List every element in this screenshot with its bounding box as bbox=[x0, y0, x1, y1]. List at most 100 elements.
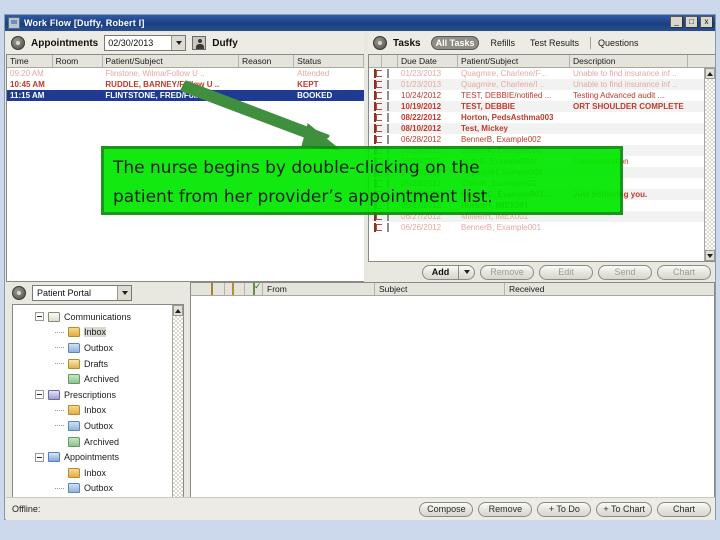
tree-node-communications-inbox[interactable]: Inbox bbox=[35, 325, 183, 341]
task-checkbox[interactable] bbox=[382, 113, 398, 122]
task-checkbox[interactable] bbox=[382, 69, 398, 78]
tab-refills[interactable]: Refills bbox=[486, 37, 519, 49]
tree-node-communications-drafts[interactable]: Drafts bbox=[35, 356, 183, 372]
compose-button[interactable]: Compose bbox=[419, 501, 474, 517]
tree-node-prescriptions-outbox[interactable]: Outbox bbox=[35, 418, 183, 434]
minimize-button[interactable]: _ bbox=[670, 16, 683, 28]
tree-label: Archived bbox=[84, 436, 120, 447]
add-to-do-button[interactable]: + To Do bbox=[537, 501, 592, 517]
scroll-track[interactable] bbox=[173, 316, 183, 503]
portal-select[interactable]: Patient Portal bbox=[32, 285, 132, 301]
close-button[interactable]: x bbox=[700, 16, 713, 28]
chart-button-bottom[interactable]: Chart bbox=[657, 501, 711, 517]
table-row[interactable]: 08/10/2012 Test, Mickey bbox=[369, 123, 715, 134]
column-header-time[interactable]: Time bbox=[7, 55, 53, 67]
gear-icon[interactable] bbox=[11, 36, 25, 50]
task-checkbox[interactable] bbox=[382, 223, 398, 232]
column-header-patient[interactable]: Patient/Subject bbox=[458, 55, 570, 67]
table-row-selected[interactable]: 11:15 AM FLINTSTONE, FRED/Follow ... BOO… bbox=[7, 90, 364, 101]
desktop-band-top bbox=[0, 0, 720, 14]
messages-list-body[interactable] bbox=[190, 296, 715, 515]
tab-test-results[interactable]: Test Results bbox=[526, 37, 583, 49]
column-header-patient[interactable]: Patient/Subject bbox=[103, 55, 240, 67]
tree-connector bbox=[55, 347, 64, 349]
tree-node-appointments[interactable]: Appointments bbox=[35, 449, 183, 465]
remove-message-button[interactable]: Remove bbox=[478, 501, 533, 517]
envelope-icon bbox=[48, 311, 60, 322]
task-type-icon bbox=[369, 69, 382, 78]
task-checkbox[interactable] bbox=[382, 124, 398, 133]
tree-label: Inbox bbox=[84, 467, 107, 478]
column-header-status[interactable]: Status bbox=[294, 55, 364, 67]
messages-list-header: From Subject Received bbox=[190, 282, 715, 296]
chart-button[interactable]: Chart bbox=[657, 264, 711, 280]
tree-connector bbox=[55, 331, 64, 333]
collapse-icon[interactable] bbox=[35, 312, 44, 322]
tree-label: Communications bbox=[64, 311, 132, 322]
tree-vertical-scrollbar[interactable] bbox=[172, 305, 183, 514]
gear-icon[interactable] bbox=[373, 36, 387, 50]
gear-icon[interactable] bbox=[12, 286, 26, 300]
scroll-down-icon[interactable] bbox=[705, 250, 715, 261]
table-row[interactable]: 10/24/2012 TEST, DEBBIE/notified ... Tes… bbox=[369, 90, 715, 101]
chevron-down-icon[interactable] bbox=[171, 36, 186, 50]
portal-toolbar: Patient Portal bbox=[6, 282, 188, 304]
column-header-reason[interactable]: Reason bbox=[239, 55, 295, 67]
column-header-check bbox=[382, 55, 398, 67]
tree-label: Appointments bbox=[64, 452, 120, 463]
tasks-vertical-scrollbar[interactable] bbox=[704, 68, 715, 261]
tab-questions[interactable]: Questions bbox=[590, 37, 643, 49]
task-checkbox[interactable] bbox=[382, 80, 398, 89]
table-row[interactable]: 08/22/2012 Horton, PedsAsthma003 bbox=[369, 112, 715, 123]
table-row[interactable]: 06/28/2012 BennerB, Example002 bbox=[369, 134, 715, 145]
table-row[interactable]: 10:45 AM RUDDLE, BARNEY/Follow U .. KEPT bbox=[7, 79, 364, 90]
tree-node-communications[interactable]: Communications bbox=[35, 309, 183, 325]
send-button[interactable]: Send bbox=[598, 264, 652, 280]
column-header-received[interactable]: Received bbox=[505, 283, 714, 295]
tree-node-prescriptions[interactable]: Prescriptions bbox=[35, 387, 183, 403]
scroll-track[interactable] bbox=[705, 79, 715, 250]
table-row[interactable]: 10/19/2012 TEST, DEBBIE ORT SHOULDER COM… bbox=[369, 101, 715, 112]
maximize-button[interactable]: □ bbox=[685, 16, 698, 28]
tree-node-appointments-inbox[interactable]: Inbox bbox=[35, 465, 183, 481]
task-checkbox[interactable] bbox=[382, 135, 398, 144]
edit-button[interactable]: Edit bbox=[539, 264, 593, 280]
cell-due-date: 06/28/2012 bbox=[401, 135, 442, 144]
tree-node-prescriptions-archived[interactable]: Archived bbox=[35, 434, 183, 450]
remove-button[interactable]: Remove bbox=[480, 264, 534, 280]
tree-node-appointments-outbox[interactable]: Outbox bbox=[35, 481, 183, 497]
table-row[interactable]: 09:20 AM Flinstone, Wilma/Follow U .. At… bbox=[7, 68, 364, 79]
folder-inbox-icon bbox=[68, 405, 80, 416]
column-header-description[interactable]: Description bbox=[570, 55, 688, 67]
column-header-envelope-icon[interactable] bbox=[203, 283, 225, 295]
column-header-subject[interactable]: Subject bbox=[375, 283, 505, 295]
status-bar: Offline: Compose Remove + To Do + To Cha… bbox=[6, 497, 715, 520]
cell-patient: BennerB, Example002 bbox=[461, 135, 542, 144]
tab-all-tasks[interactable]: All Tasks bbox=[430, 36, 480, 50]
add-dropdown-chevron-down-icon[interactable] bbox=[458, 264, 475, 280]
column-header-due-date[interactable]: Due Date bbox=[398, 55, 458, 67]
task-checkbox[interactable] bbox=[382, 102, 398, 111]
tree-node-communications-outbox[interactable]: Outbox bbox=[35, 340, 183, 356]
table-row[interactable]: 06/26/2012 BennerB, Example001 bbox=[369, 222, 715, 233]
column-header-check-icon[interactable] bbox=[245, 283, 263, 295]
column-header-folder-icon[interactable] bbox=[225, 283, 245, 295]
task-checkbox[interactable] bbox=[382, 91, 398, 100]
cell-patient: Test, Mickey bbox=[461, 124, 508, 133]
appointment-date-combo[interactable]: 02/30/2013 bbox=[104, 35, 187, 51]
folder-archived-icon bbox=[68, 374, 80, 385]
scroll-up-icon[interactable] bbox=[705, 68, 715, 79]
add-button[interactable]: Add bbox=[422, 264, 458, 280]
add-to-chart-button[interactable]: + To Chart bbox=[596, 501, 652, 517]
column-header-room[interactable]: Room bbox=[53, 55, 103, 67]
chevron-down-icon[interactable] bbox=[117, 286, 131, 300]
column-header-from[interactable]: From bbox=[263, 283, 375, 295]
tree-node-communications-archived[interactable]: Archived bbox=[35, 371, 183, 387]
table-row[interactable]: 01/23/2013 Quagmire, Charlene/I .. Unabl… bbox=[369, 79, 715, 90]
tree-node-prescriptions-inbox[interactable]: Inbox bbox=[35, 403, 183, 419]
collapse-icon[interactable] bbox=[35, 390, 44, 400]
scroll-up-icon[interactable] bbox=[173, 305, 183, 316]
collapse-icon[interactable] bbox=[35, 452, 44, 462]
task-type-icon bbox=[369, 91, 382, 100]
table-row[interactable]: 01/23/2013 Quagmire, Charlene/F .. Unabl… bbox=[369, 68, 715, 79]
